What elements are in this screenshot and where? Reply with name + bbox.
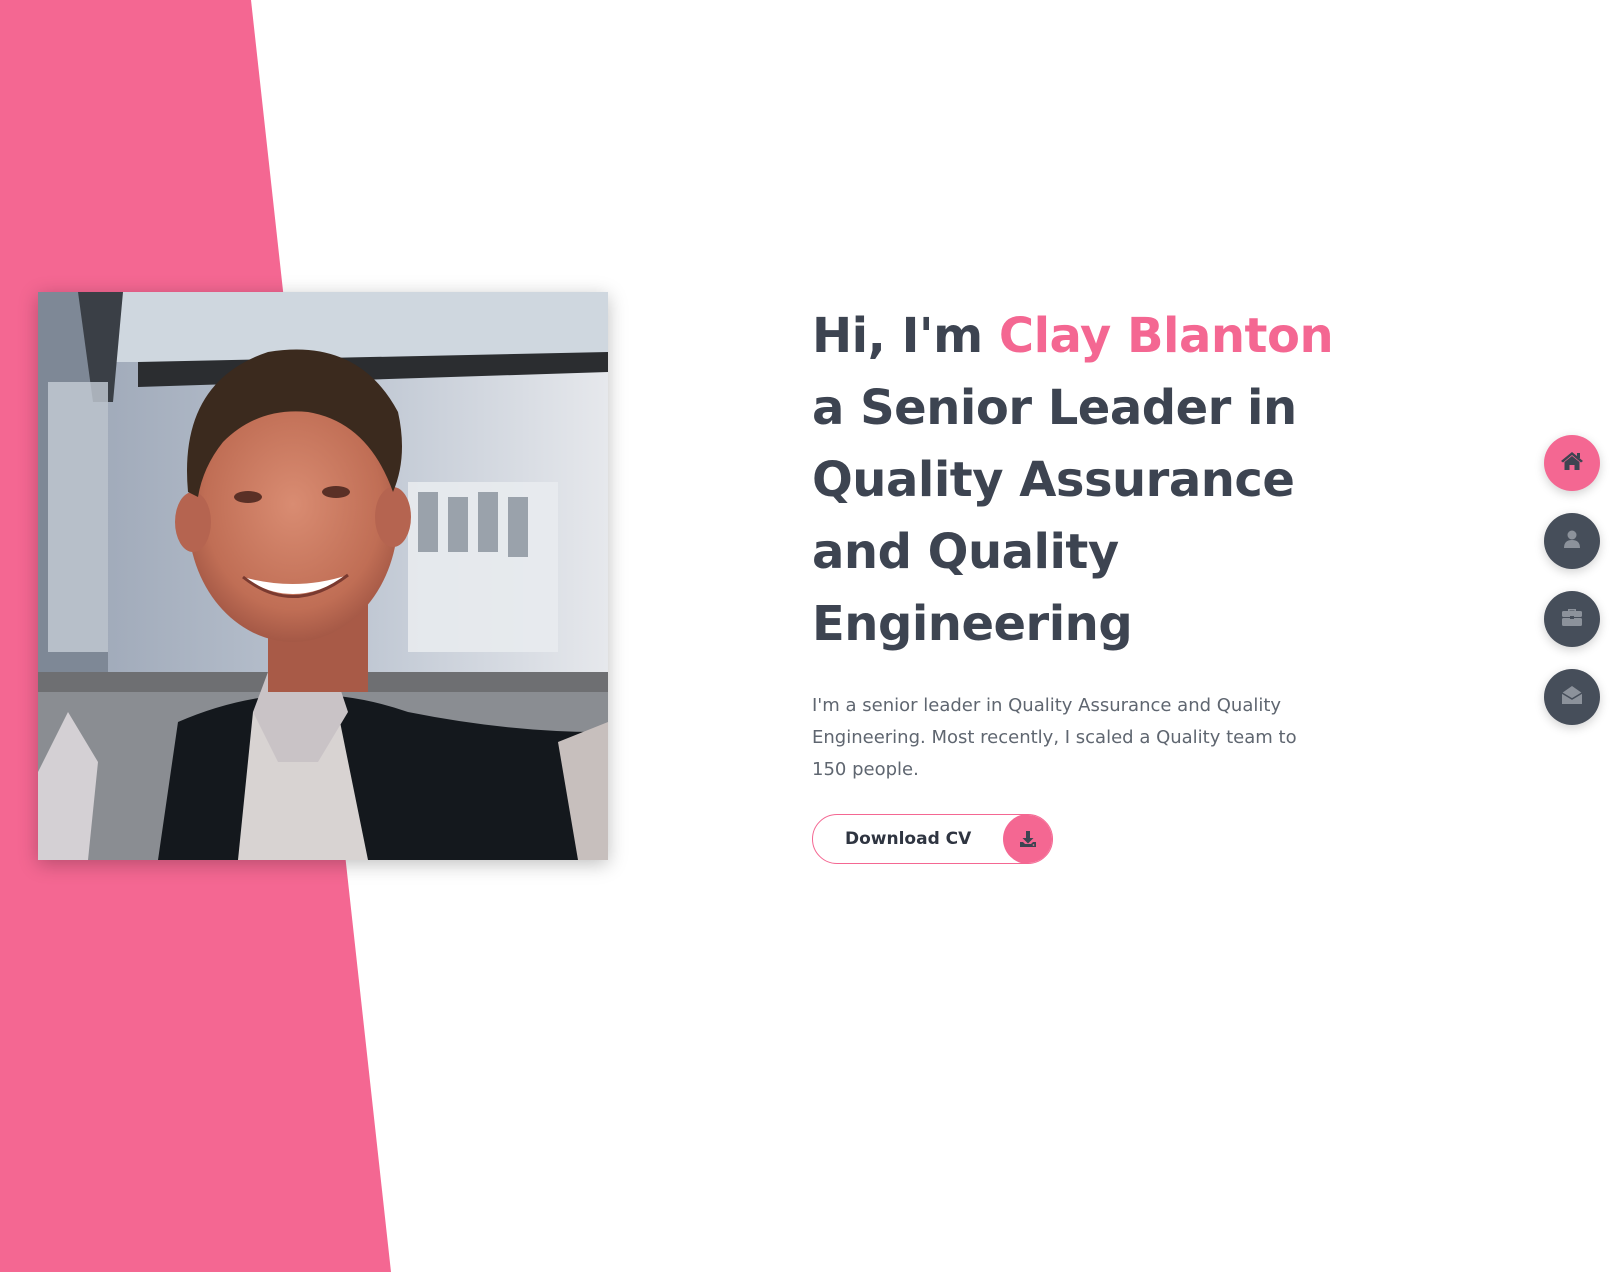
download-cv-button[interactable]: Download CV xyxy=(812,814,1054,864)
nav-home-button[interactable] xyxy=(1544,435,1600,491)
heading-greeting: Hi, I'm xyxy=(812,308,999,364)
hero-intro: I'm a senior leader in Quality Assurance… xyxy=(812,695,1297,780)
hero-section: Hi, I'm Clay Blanton a Senior Leader in … xyxy=(812,300,1372,864)
home-icon xyxy=(1560,450,1584,476)
envelope-open-icon xyxy=(1561,684,1583,710)
download-icon xyxy=(1003,815,1053,863)
nav-contact-button[interactable] xyxy=(1544,669,1600,725)
user-icon xyxy=(1562,529,1582,553)
side-nav xyxy=(1544,435,1600,747)
briefcase-icon xyxy=(1561,607,1583,631)
nav-portfolio-button[interactable] xyxy=(1544,591,1600,647)
download-cv-label: Download CV xyxy=(845,829,972,849)
profile-photo xyxy=(38,292,608,860)
heading-name: Clay Blanton xyxy=(998,308,1334,364)
hero-heading: Hi, I'm Clay Blanton a Senior Leader in … xyxy=(812,300,1372,660)
nav-about-button[interactable] xyxy=(1544,513,1600,569)
heading-title: a Senior Leader in Quality Assurance and… xyxy=(812,380,1297,652)
